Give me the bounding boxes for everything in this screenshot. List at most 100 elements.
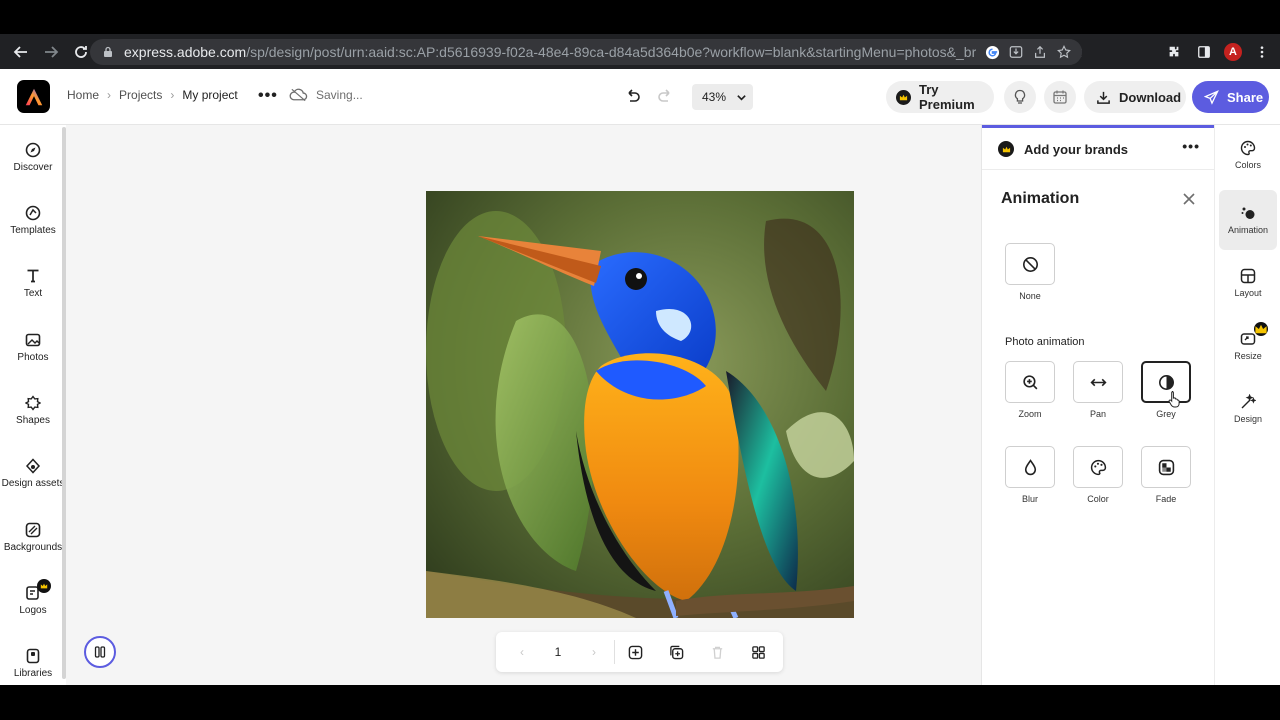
page-number: 1 bbox=[554, 645, 562, 659]
animation-option-grey[interactable]: Grey bbox=[1141, 361, 1191, 419]
left-sidebar: Discover Templates Text Photos Shapes De… bbox=[0, 125, 66, 685]
mouse-pointer-icon bbox=[1168, 391, 1180, 408]
canvas-photo-bird[interactable] bbox=[426, 191, 854, 618]
premium-crown-icon bbox=[1254, 322, 1268, 336]
url-path: /sp/design/post/urn:aaid:sc:AP:d5616939-… bbox=[246, 44, 1082, 60]
bookmark-star-icon[interactable] bbox=[1056, 44, 1072, 60]
close-icon[interactable] bbox=[1182, 192, 1196, 206]
grey-icon bbox=[1158, 374, 1174, 390]
undo-icon[interactable] bbox=[622, 87, 642, 107]
side-panel-icon[interactable] bbox=[1194, 39, 1214, 65]
breadcrumb-home[interactable]: Home bbox=[67, 88, 99, 102]
animation-option-tile[interactable] bbox=[1005, 243, 1055, 285]
animation-option-tile[interactable] bbox=[1073, 361, 1123, 403]
right-rail-item-layout[interactable]: Layout bbox=[1219, 253, 1277, 313]
sidebar-item-photos[interactable]: Photos bbox=[0, 332, 66, 363]
next-page-icon[interactable]: › bbox=[584, 642, 604, 662]
animation-option-fade[interactable]: Fade bbox=[1141, 446, 1191, 504]
redo-icon[interactable] bbox=[656, 87, 676, 107]
sidebar-item-libraries[interactable]: Libraries bbox=[0, 648, 66, 679]
animation-option-tile[interactable] bbox=[1073, 446, 1123, 488]
add-page-icon[interactable] bbox=[625, 642, 645, 662]
sidebar-item-design-assets[interactable]: Design assets bbox=[0, 458, 66, 489]
design-assets-icon bbox=[25, 458, 41, 474]
try-premium-button[interactable]: Try Premium bbox=[886, 81, 994, 113]
text-icon bbox=[27, 269, 39, 283]
animation-option-label: Fade bbox=[1155, 494, 1177, 504]
animation-option-tile[interactable] bbox=[1005, 446, 1055, 488]
animation-option-none[interactable]: None bbox=[1005, 243, 1055, 301]
panel-more-button[interactable]: ••• bbox=[1182, 138, 1200, 154]
premium-crown-icon bbox=[37, 579, 51, 593]
animation-option-color[interactable]: Color bbox=[1073, 446, 1123, 504]
sidebar-scrollbar[interactable] bbox=[62, 127, 66, 679]
back-icon[interactable] bbox=[8, 39, 34, 65]
right-rail-item-colors[interactable]: Colors bbox=[1219, 125, 1277, 185]
animation-option-tile-selected[interactable] bbox=[1141, 361, 1191, 403]
none-icon bbox=[1022, 256, 1038, 272]
breadcrumb-projects[interactable]: Projects bbox=[119, 88, 162, 102]
design-wand-icon bbox=[1241, 394, 1256, 409]
address-bar[interactable]: express.adobe.com/sp/design/post/urn:aai… bbox=[90, 39, 1082, 65]
animation-option-tile[interactable] bbox=[1141, 446, 1191, 488]
animation-option-blur[interactable]: Blur bbox=[1005, 446, 1055, 504]
premium-crown-icon bbox=[998, 141, 1014, 157]
cloud-sync-icon bbox=[289, 88, 308, 102]
project-more-button[interactable]: ••• bbox=[258, 87, 278, 105]
install-icon[interactable] bbox=[1008, 44, 1024, 60]
zoom-dropdown[interactable]: 43% bbox=[692, 84, 753, 110]
animation-option-label: Blur bbox=[1021, 494, 1038, 504]
lightbulb-icon[interactable] bbox=[1004, 81, 1036, 113]
chevron-down-icon bbox=[737, 94, 746, 101]
shapes-icon bbox=[25, 395, 41, 411]
share-label: Share bbox=[1227, 89, 1264, 105]
premium-crown-icon bbox=[896, 89, 911, 105]
sidebar-item-discover[interactable]: Discover bbox=[0, 142, 66, 173]
sidebar-item-label: Templates bbox=[10, 225, 56, 236]
extensions-icon[interactable] bbox=[1164, 39, 1184, 65]
forward-icon[interactable] bbox=[38, 39, 64, 65]
sidebar-item-logos[interactable]: Logos bbox=[0, 579, 66, 616]
pause-animation-button[interactable] bbox=[84, 636, 116, 668]
animation-option-pan[interactable]: Pan bbox=[1073, 361, 1123, 419]
animation-option-zoom[interactable]: Zoom bbox=[1005, 361, 1055, 419]
address-bar-tools bbox=[976, 39, 1082, 65]
download-button[interactable]: Download bbox=[1084, 81, 1186, 113]
sidebar-item-templates[interactable]: Templates bbox=[0, 205, 66, 236]
add-brands-button[interactable]: Add your brands bbox=[998, 141, 1128, 157]
delete-page-icon[interactable] bbox=[707, 642, 727, 662]
right-rail-label: Design bbox=[1233, 414, 1262, 424]
google-icon[interactable] bbox=[984, 44, 1000, 60]
download-label: Download bbox=[1119, 89, 1182, 105]
sidebar-item-text[interactable]: Text bbox=[0, 268, 66, 299]
animation-option-label: Pan bbox=[1089, 409, 1106, 419]
grid-view-icon[interactable] bbox=[748, 642, 768, 662]
calendar-icon[interactable] bbox=[1044, 81, 1076, 113]
share-button[interactable]: Share bbox=[1192, 81, 1269, 113]
screen-top-bar bbox=[0, 0, 1280, 34]
right-rail-item-resize[interactable]: Resize bbox=[1219, 316, 1277, 376]
previous-page-icon[interactable]: ‹ bbox=[512, 642, 532, 662]
browser-toolbar: express.adobe.com/sp/design/post/urn:aai… bbox=[0, 34, 1280, 69]
backgrounds-icon bbox=[25, 522, 41, 538]
share-page-icon[interactable] bbox=[1032, 44, 1048, 60]
panel-title: Animation bbox=[1001, 190, 1080, 207]
chevron-right-icon: › bbox=[170, 88, 175, 102]
right-rail-item-animation[interactable]: Animation bbox=[1219, 190, 1277, 250]
photos-icon bbox=[25, 333, 41, 347]
duplicate-page-icon[interactable] bbox=[666, 642, 686, 662]
right-rail-item-design[interactable]: Design bbox=[1219, 379, 1277, 439]
discover-icon bbox=[25, 142, 41, 158]
adobe-express-logo-icon[interactable] bbox=[17, 80, 50, 113]
breadcrumb: Home › Projects › My project bbox=[67, 88, 238, 102]
sidebar-item-shapes[interactable]: Shapes bbox=[0, 395, 66, 426]
browser-menu-icon[interactable] bbox=[1252, 39, 1272, 65]
profile-avatar[interactable]: A bbox=[1224, 43, 1242, 61]
sidebar-item-label: Backgrounds bbox=[3, 542, 63, 553]
animation-option-label: Color bbox=[1087, 494, 1109, 504]
sidebar-item-label: Discover bbox=[13, 162, 53, 173]
animation-option-label: None bbox=[1019, 291, 1041, 301]
sidebar-item-backgrounds[interactable]: Backgrounds bbox=[0, 522, 66, 553]
animation-option-tile[interactable] bbox=[1005, 361, 1055, 403]
breadcrumb-current-project[interactable]: My project bbox=[182, 88, 237, 102]
